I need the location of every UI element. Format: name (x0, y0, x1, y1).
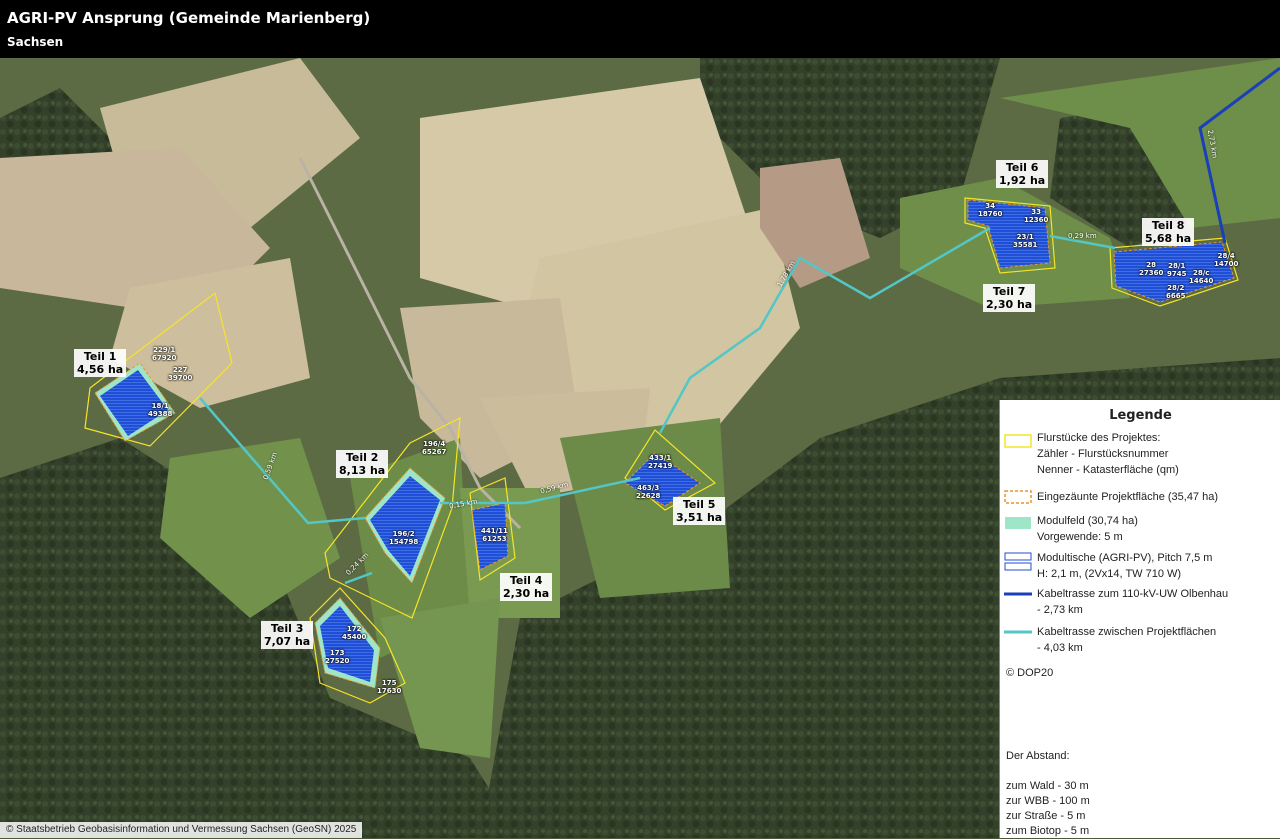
part-label-5: Teil 5 3,51 ha (673, 497, 726, 525)
parcel-label: 34 18760 (978, 202, 1003, 218)
part-label-1: Teil 1 4,56 ha (74, 349, 127, 377)
legend-title: Legende (1109, 408, 1172, 423)
parcel-label: 441/11 61253 (481, 527, 508, 543)
distance-title: Der Abstand: (1006, 750, 1070, 762)
cable-uw-symbol (1004, 592, 1032, 596)
parcel-label: 433/1 27419 (648, 454, 673, 470)
map-header: AGRI-PV Ansprung (Gemeinde Marienberg) S… (0, 0, 1280, 58)
legend-item-parcels: Flurstücke des Projektes: Zähler - Flurst… (1037, 432, 1179, 476)
part-label-7: Teil 7 2,30 ha (983, 284, 1036, 312)
copyright-notice: © Staatsbetrieb Geobasisinformation und … (0, 822, 363, 838)
parcel-label: 172 45400 (342, 625, 367, 641)
parcel-label: 196/4 65267 (422, 440, 447, 456)
parcel-label: 227 39700 (168, 366, 193, 382)
map-subtitle: Sachsen (7, 35, 64, 49)
fence-outline-symbol (1004, 490, 1032, 504)
parcel-label: 28/2 6665 (1166, 284, 1186, 300)
part-label-2: Teil 2 8,13 ha (336, 450, 389, 478)
part-label-8: Teil 8 5,68 ha (1142, 218, 1195, 246)
module-table-symbol (1004, 552, 1032, 571)
parcel-outline-symbol (1004, 434, 1032, 448)
legend-panel: Legende Flurstücke des Projektes: Zähler … (999, 400, 1280, 838)
parcel-label: 28 27360 (1139, 261, 1164, 277)
parcel-label: 28/c 14640 (1189, 269, 1214, 285)
legend-item-module-tables: Modultische (AGRI-PV), Pitch 7,5 m H: 2,1… (1037, 552, 1213, 580)
legend-item-cable-between: Kabeltrasse zwischen Projektflächen - 4,0… (1037, 626, 1217, 654)
parcel-label: 173 27520 (325, 649, 350, 665)
cable-between-symbol (1004, 630, 1032, 634)
parcel-label: 175 17630 (377, 679, 402, 695)
parcel-label: 28/4 14700 (1214, 252, 1239, 268)
part-label-3: Teil 3 7,07 ha (261, 621, 314, 649)
legend-source: © DOP20 (1006, 667, 1054, 679)
parcel-label: 463/3 22628 (636, 484, 661, 500)
parcel-label: 28/1 9745 (1167, 262, 1187, 278)
distance-list: zum Wald - 30 m zur WBB - 100 m zur Stra… (1006, 780, 1090, 837)
parcel-label: 18/1 49388 (148, 402, 173, 418)
parcel-label: 33 12360 (1024, 208, 1049, 224)
legend-item-module-field: Modulfeld (30,74 ha) Vorgewende: 5 m (1037, 515, 1138, 543)
parcel-label: 23/1 35581 (1013, 233, 1038, 249)
parcel-label: 229/1 67920 (152, 346, 177, 362)
legend-item-cable-uw: Kabeltrasse zum 110-kV-UW Olbenhau - 2,73… (1037, 588, 1229, 616)
map-title: AGRI-PV Ansprung (Gemeinde Marienberg) (7, 9, 371, 27)
part-label-4: Teil 4 2,30 ha (500, 573, 553, 601)
parcel-label: 196/2 154798 (389, 530, 419, 546)
module-field-symbol (1005, 517, 1031, 529)
distance-label: 0,29 km (1068, 232, 1097, 240)
legend-item-fenced-area: Eingezäunte Projektfläche (35,47 ha) (1037, 491, 1219, 503)
part-label-6: Teil 6 1,92 ha (996, 160, 1049, 188)
